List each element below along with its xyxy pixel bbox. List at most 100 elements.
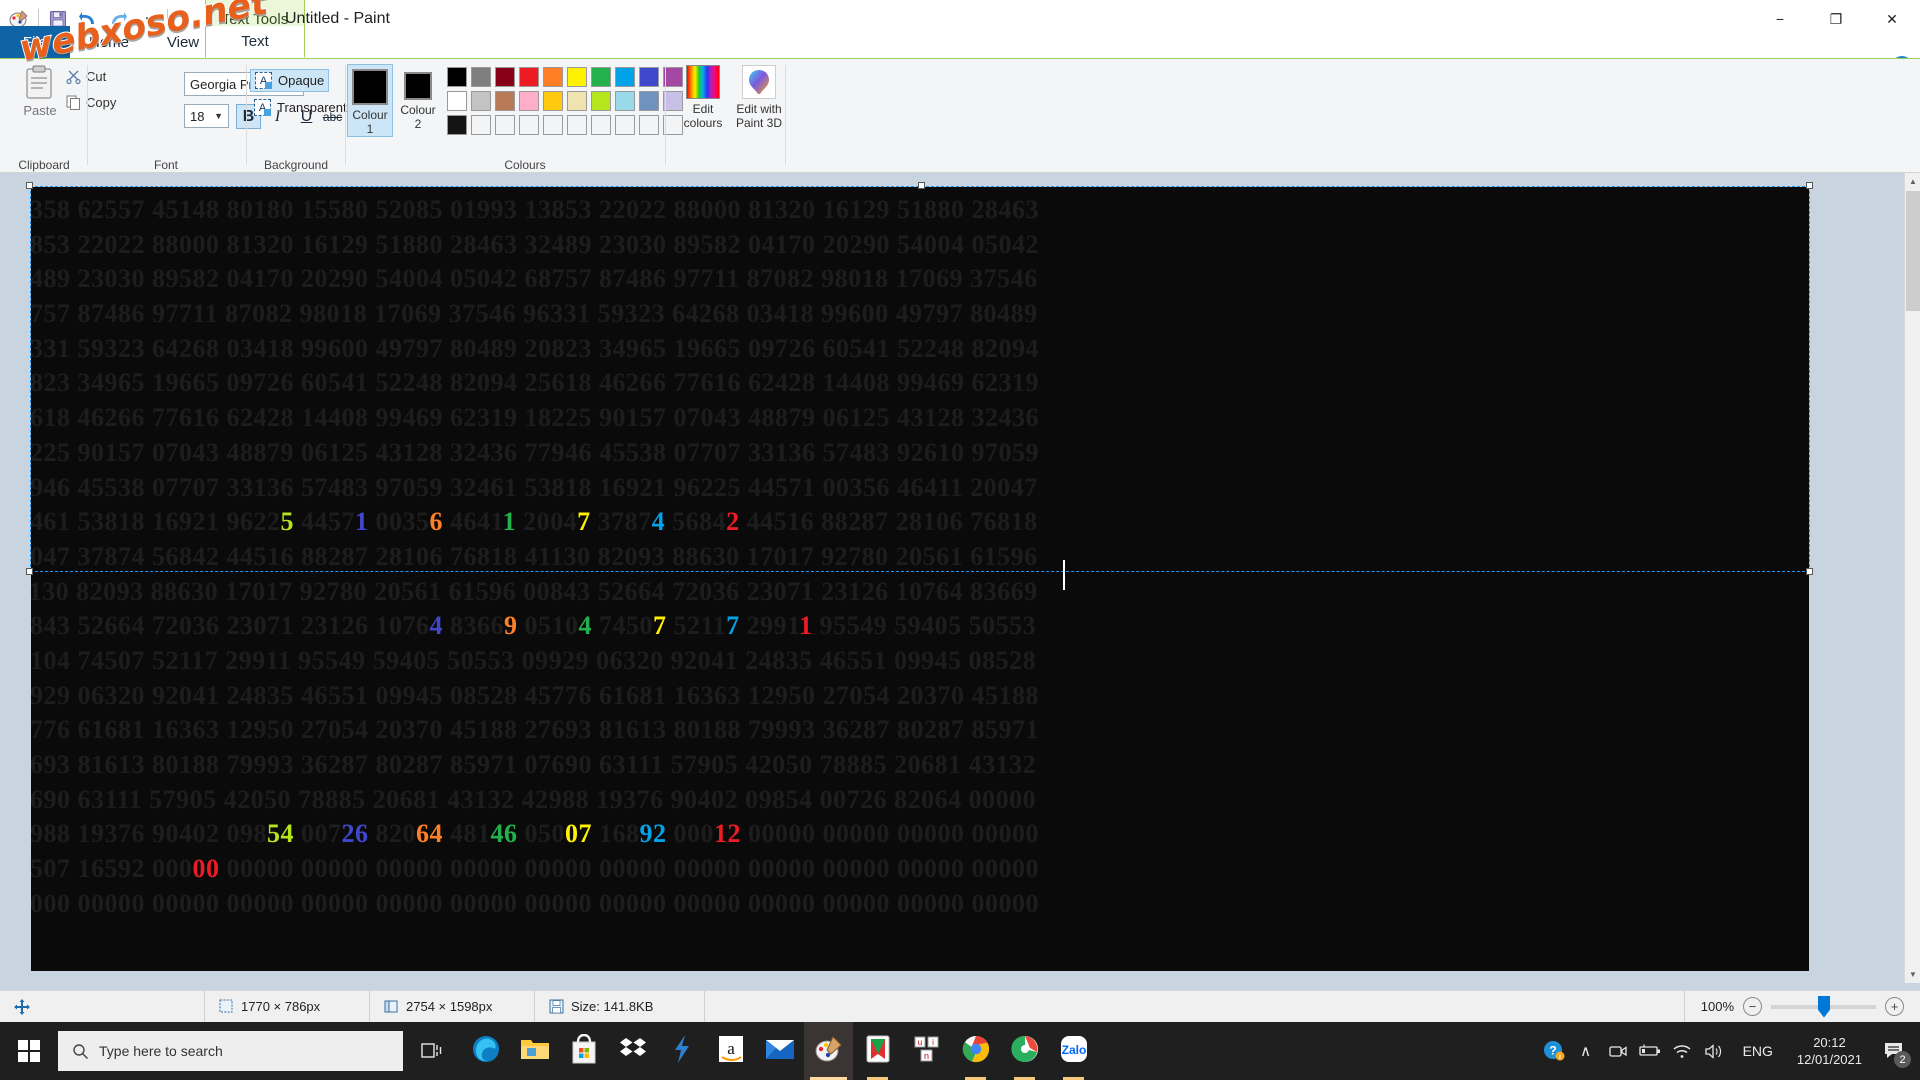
taskbar-app-unikey-or-doc-app[interactable] bbox=[853, 1022, 902, 1080]
dim-digits: 4457 bbox=[294, 507, 355, 537]
colour-1-button[interactable]: Colour 1 bbox=[347, 64, 393, 137]
palette-swatch-r2-c6[interactable] bbox=[567, 91, 587, 111]
zoom-out-button[interactable]: − bbox=[1743, 997, 1762, 1016]
palette-swatch-r2-c1[interactable] bbox=[447, 91, 467, 111]
highlighted-digit: 4 bbox=[651, 507, 666, 537]
taskbar-app-microsoft-edge[interactable] bbox=[461, 1022, 510, 1080]
palette-swatch-r1-c3[interactable] bbox=[495, 67, 515, 87]
start-button[interactable] bbox=[0, 1022, 58, 1080]
notification-center-button[interactable]: 2 bbox=[1874, 1022, 1914, 1080]
palette-swatch-r2-c5[interactable] bbox=[543, 91, 563, 111]
palette-swatch-r2-c9[interactable] bbox=[639, 91, 659, 111]
paste-button[interactable]: Paste bbox=[8, 65, 72, 118]
palette-swatch-r2-c7[interactable] bbox=[591, 91, 611, 111]
taskbar-app-coccoc-browser[interactable] bbox=[1000, 1022, 1049, 1080]
palette-swatch-r3-c9[interactable] bbox=[639, 115, 659, 135]
palette-swatch-r1-c8[interactable] bbox=[615, 67, 635, 87]
highlighted-digit: 07 bbox=[565, 819, 592, 849]
zoom-slider-track[interactable] bbox=[1771, 995, 1876, 1018]
palette-swatch-r1-c4[interactable] bbox=[519, 67, 539, 87]
tab-text[interactable]: Text bbox=[205, 26, 305, 58]
palette-swatch-r2-c4[interactable] bbox=[519, 91, 539, 111]
colour-2-button[interactable]: Colour 2 bbox=[395, 64, 441, 131]
selection-size-icon bbox=[219, 999, 233, 1013]
font-size-combobox[interactable]: 18 ▼ bbox=[184, 104, 229, 128]
dim-digits: 7450 bbox=[592, 611, 653, 641]
palette-swatch-r2-c3[interactable] bbox=[495, 91, 515, 111]
taskbar-app-zalo[interactable]: Zalo bbox=[1049, 1022, 1098, 1080]
selection-handle-top-center[interactable] bbox=[918, 182, 925, 189]
zoom-in-button[interactable]: + bbox=[1885, 997, 1904, 1016]
taskbar-app-dropbox[interactable] bbox=[608, 1022, 657, 1080]
volume-icon[interactable] bbox=[1699, 1022, 1729, 1080]
palette-swatch-r3-c8[interactable] bbox=[615, 115, 635, 135]
palette-swatch-r3-c4[interactable] bbox=[519, 115, 539, 135]
taskbar-app-amazon[interactable]: a bbox=[706, 1022, 755, 1080]
scroll-down-arrow-icon[interactable]: ▼ bbox=[1905, 966, 1920, 983]
palette-swatch-r1-c5[interactable] bbox=[543, 67, 563, 87]
taskbar-search-box[interactable]: Type here to search bbox=[58, 1031, 403, 1071]
palette-swatch-r3-c7[interactable] bbox=[591, 115, 611, 135]
taskbar-app-mail[interactable] bbox=[755, 1022, 804, 1080]
palette-swatch-r3-c3[interactable] bbox=[495, 115, 515, 135]
taskbar-app-microsoft-store[interactable] bbox=[559, 1022, 608, 1080]
palette-swatch-r3-c5[interactable] bbox=[543, 115, 563, 135]
dim-digits: 168 bbox=[592, 819, 640, 849]
group-label-background: Background bbox=[263, 158, 329, 172]
taskbar-app-file-explorer[interactable] bbox=[510, 1022, 559, 1080]
palette-swatch-r2-c2[interactable] bbox=[471, 91, 491, 111]
selection-handle-bottom-right[interactable] bbox=[1806, 568, 1813, 575]
taskbar-app-unikey[interactable]: u in bbox=[902, 1022, 951, 1080]
tab-home[interactable]: Home bbox=[72, 26, 146, 58]
palette-swatch-r1-c6[interactable] bbox=[567, 67, 587, 87]
taskbar-app-google-chrome[interactable] bbox=[951, 1022, 1000, 1080]
taskbar-app-skype-or-s-app[interactable] bbox=[657, 1022, 706, 1080]
help-question-icon[interactable]: ? i bbox=[1539, 1022, 1569, 1080]
palette-swatch-r1-c7[interactable] bbox=[591, 67, 611, 87]
dim-digits: 4641 bbox=[443, 507, 503, 537]
edit-with-paint3d-button[interactable]: Edit with Paint 3D bbox=[731, 65, 787, 130]
language-indicator[interactable]: ENG bbox=[1731, 1043, 1785, 1059]
show-hidden-icons-chevron-icon[interactable]: ∧ bbox=[1571, 1022, 1601, 1080]
group-label-colours: Colours bbox=[504, 158, 546, 172]
palette-swatch-r1-c2[interactable] bbox=[471, 67, 491, 87]
canvas-text-row: 77946 45538 07707 33136 57483 97059 3246… bbox=[31, 471, 1809, 506]
colour-2-index: 2 bbox=[414, 117, 422, 131]
task-view-button[interactable] bbox=[403, 1022, 461, 1080]
wifi-icon[interactable] bbox=[1667, 1022, 1697, 1080]
selection-handle-bottom-left[interactable] bbox=[26, 568, 33, 575]
opaque-button[interactable]: A Opaque bbox=[250, 69, 330, 92]
transparent-button[interactable]: A Transparent bbox=[250, 97, 351, 118]
taskbar-clock[interactable]: 20:12 12/01/2021 bbox=[1787, 1022, 1872, 1080]
palette-swatch-r2-c8[interactable] bbox=[615, 91, 635, 111]
taskbar-app-paint[interactable] bbox=[804, 1022, 853, 1080]
camera-icon[interactable] bbox=[1603, 1022, 1633, 1080]
edit-colours-button[interactable]: Edit colours bbox=[675, 65, 731, 130]
highlighted-digit: 7 bbox=[653, 611, 667, 641]
dim-digits: 05507 16592 000 bbox=[31, 854, 193, 884]
dim-digits: 77946 45538 07707 33136 57483 97059 3246… bbox=[31, 472, 1038, 502]
palette-swatch-r3-c2[interactable] bbox=[471, 115, 491, 135]
palette-swatch-r1-c9[interactable] bbox=[639, 67, 659, 87]
vertical-scroll-thumb[interactable] bbox=[1906, 191, 1920, 311]
dim-digits: 09929 06320 92041 24835 46551 09945 0852… bbox=[31, 680, 1039, 710]
battery-icon[interactable] bbox=[1635, 1022, 1665, 1080]
selection-handle-top-left[interactable] bbox=[26, 182, 33, 189]
dim-digits: 13853 22022 88000 81320 16129 51880 2846… bbox=[31, 229, 1039, 259]
zoom-control: 100% − + bbox=[1683, 990, 1920, 1023]
dim-digits: 27693 81613 80188 79993 36287 80287 8597… bbox=[31, 750, 1037, 779]
vertical-scrollbar[interactable]: ▲ ▼ bbox=[1904, 173, 1920, 983]
colour-palette[interactable] bbox=[447, 67, 685, 137]
scroll-up-arrow-icon[interactable]: ▲ bbox=[1905, 173, 1920, 190]
selection-handle-top-right[interactable] bbox=[1806, 182, 1813, 189]
palette-swatch-r1-c1[interactable] bbox=[447, 67, 467, 87]
tab-file[interactable]: File bbox=[0, 26, 70, 58]
palette-swatch-r3-c1[interactable] bbox=[447, 115, 467, 135]
group-label-clipboard: Clipboard bbox=[18, 158, 70, 172]
paint-canvas[interactable]: 56358 62557 45148 80180 15580 52085 0199… bbox=[31, 187, 1809, 971]
dim-digits: 96331 59323 64268 03418 99600 49797 8048… bbox=[31, 333, 1039, 363]
colour-2-label: Colour bbox=[400, 103, 436, 117]
palette-swatch-r3-c6[interactable] bbox=[567, 115, 587, 135]
unikey-or-doc-app-icon bbox=[865, 1034, 891, 1069]
zoom-slider-thumb[interactable] bbox=[1818, 995, 1830, 1018]
